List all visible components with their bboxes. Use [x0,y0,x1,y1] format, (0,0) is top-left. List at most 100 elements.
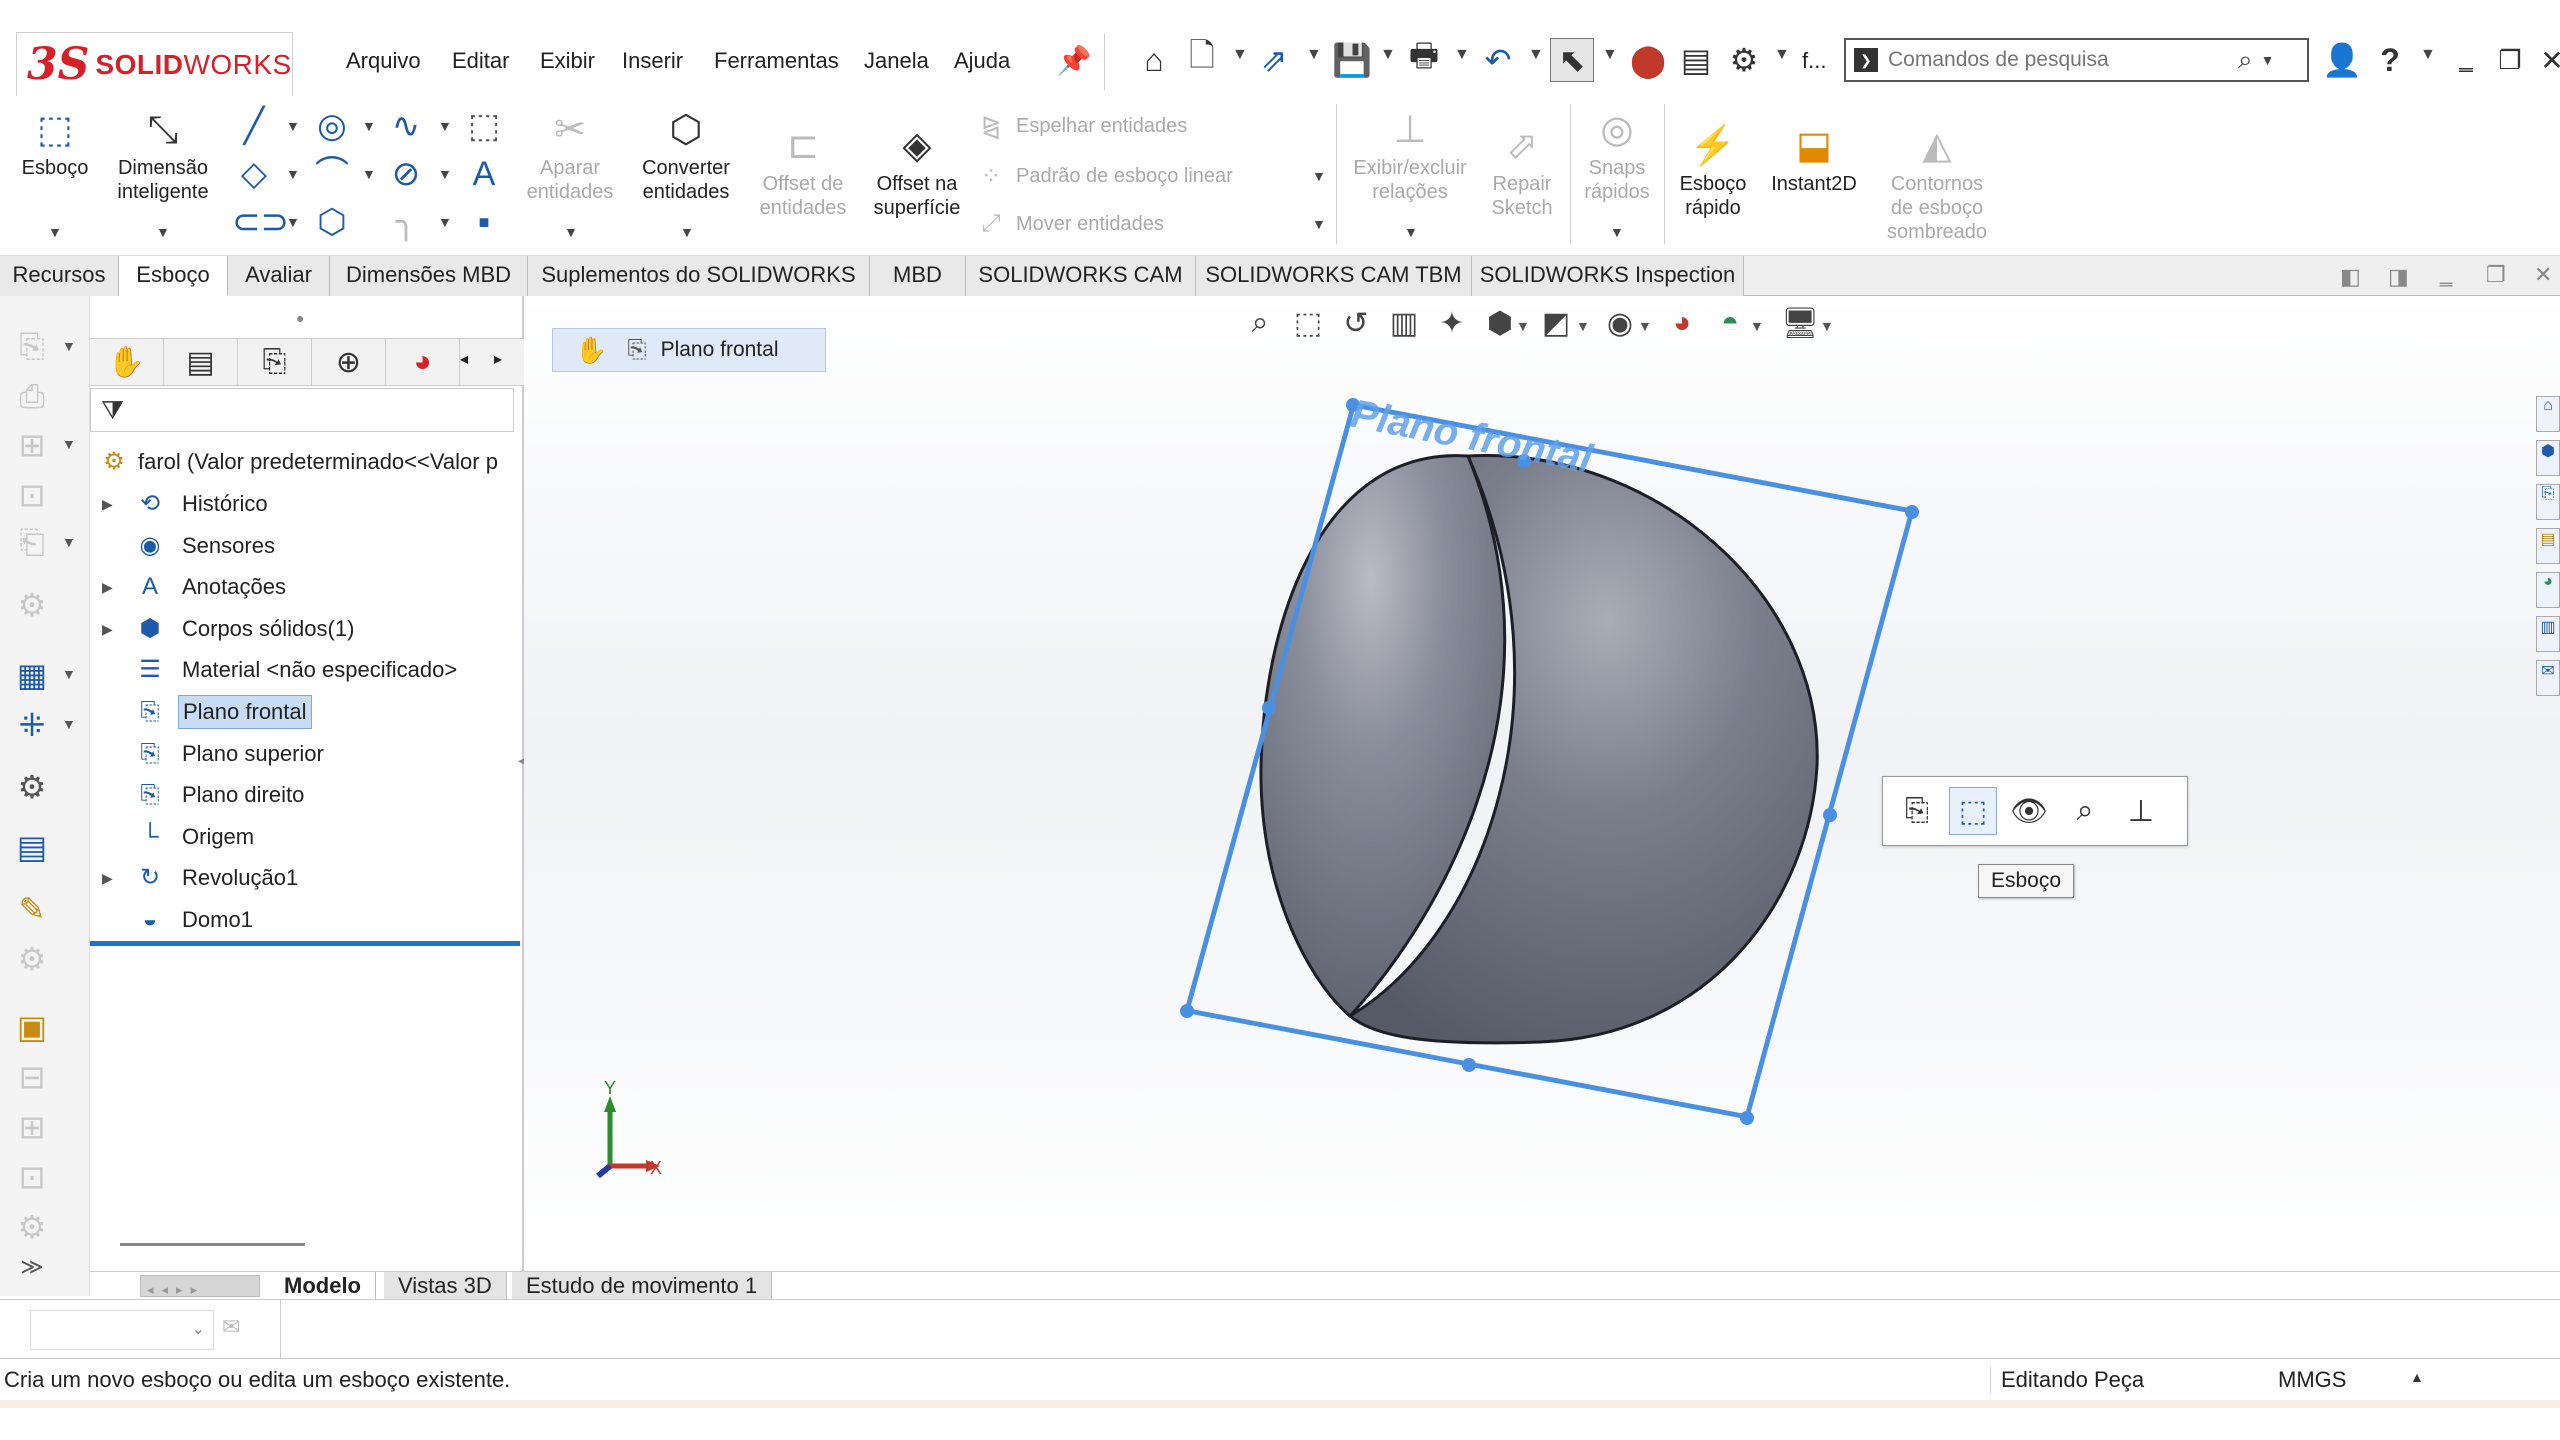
menu-janela[interactable]: Janela [864,48,929,74]
strip-tool-3-dropdown-arrow-icon[interactable]: ▼ [62,436,76,452]
strip-tool-7-dropdown-arrow-icon[interactable]: ▼ [62,666,76,682]
minimize-window-icon[interactable]: ‗ [2444,38,2488,82]
fillet-icon[interactable]: ╮ [384,202,428,242]
rapid-sketch-button[interactable]: ⚡ Esboço rápido [1668,124,1758,220]
new-document-icon[interactable]: 🗋 [1180,37,1224,82]
menu-exibir[interactable]: Exibir [540,48,595,74]
dimxpert-tab-icon[interactable]: ⊕ [312,339,386,385]
selection-tools-icon[interactable]: ⎘ [1893,787,1941,835]
tree-item[interactable]: ⎘ Plano frontal [90,694,524,730]
move-dropdown-arrow-icon[interactable]: ▼ [1312,216,1326,232]
collapse-left-panel-icon[interactable]: ◧ [2340,264,2361,290]
combo-dropdown-arrow-icon[interactable]: ⌄ [192,1319,205,1339]
restore-window-icon[interactable]: ❐ [2488,38,2532,82]
strip-tool-17-icon[interactable]: ⚙ [12,1208,52,1246]
tab-recursos[interactable]: Recursos [0,256,119,296]
tree-item[interactable]: ☰ Material <não especificado> [90,652,524,688]
undo-dropdown-arrow-icon[interactable]: ▼ [1528,46,1544,64]
strip-tool-8-dropdown-arrow-icon[interactable]: ▼ [62,716,76,732]
menu-inserir[interactable]: Inserir [622,48,683,74]
tab-avaliar[interactable]: Avaliar [228,256,330,296]
tree-item[interactable]: ▶ ↻ Revolução1 [90,860,524,896]
strip-tool-12-icon[interactable]: ⚙ [12,940,52,978]
options-gear-icon[interactable]: ⚙ [1722,38,1766,82]
esboco-dropdown-arrow-icon[interactable]: ▼ [48,224,62,240]
trim-dropdown-arrow-icon[interactable]: ▼ [564,224,578,240]
display-delete-relations-button[interactable]: ⊥ Exibir/excluir relações [1346,108,1474,204]
select-pointer-icon[interactable]: ⬉ [1550,38,1594,82]
tab-suplementos[interactable]: Suplementos do SOLIDWORKS [528,256,870,296]
snaps-dropdown-arrow-icon[interactable]: ▼ [1610,224,1624,240]
tab-nav-arrows[interactable]: ◂◂▸▸ [140,1275,260,1297]
tab-vistas-3d[interactable]: Vistas 3D [384,1272,507,1300]
doc-close-icon[interactable]: ✕ [2534,262,2552,288]
tab-modelo[interactable]: Modelo [270,1272,376,1300]
tab-mbd[interactable]: MBD [870,256,966,296]
spline-dropdown-arrow-icon[interactable]: ▼ [438,118,452,134]
task-pane-properties-icon[interactable]: ▥ [2536,616,2560,652]
quick-snaps-button[interactable]: ◎ Snaps rápidos [1574,108,1660,204]
help-icon[interactable]: ? [2368,38,2412,82]
search-magnifier-icon[interactable]: ⌕ [2238,44,2253,76]
tab-solidworks-inspection[interactable]: SOLIDWORKS Inspection [1472,256,1744,296]
convert-dropdown-arrow-icon[interactable]: ▼ [680,224,694,240]
offset-on-surface-button[interactable]: ◈ Offset na superfície [862,124,972,220]
smart-dimension-button[interactable]: ⤡ Dimensão inteligente [108,108,218,204]
search-dropdown-arrow-icon[interactable]: ▼ [2261,52,2275,68]
rebuild-traffic-light-icon[interactable]: ⬤ [1626,38,1670,82]
arc-dropdown-arrow-icon[interactable]: ▼ [362,166,376,182]
save-dropdown-arrow-icon[interactable]: ▼ [1380,46,1396,64]
task-pane-palette-icon[interactable]: ▤ [2536,528,2560,564]
line-dropdown-arrow-icon[interactable]: ▼ [286,118,300,134]
open-icon[interactable]: ⇗ [1252,38,1296,82]
pattern-dropdown-arrow-icon[interactable]: ▼ [1312,168,1326,184]
tree-item[interactable]: ⎘ Plano superior [90,736,524,772]
strip-tool-11-icon[interactable]: ✎ [12,890,52,928]
plane-handle-top-right[interactable] [1905,505,1919,519]
task-pane-explorer-icon[interactable]: ⎘ [2536,484,2560,520]
tab-esboco[interactable]: Esboço [119,256,228,296]
rollback-bar[interactable] [90,941,520,946]
tree-item[interactable]: ▶ A Anotações [90,569,524,605]
move-entities-button[interactable]: ⤢ Mover entidades [976,210,1163,238]
rectangle-icon[interactable]: ◇ [232,154,276,194]
property-manager-tab-icon[interactable]: ▤ [164,339,238,385]
instant2d-button[interactable]: ⬓ Instant2D [1762,124,1866,196]
strip-tool-8-icon[interactable]: ⁜ [12,706,52,744]
sketch-context-icon[interactable]: ⬚ [1949,787,1997,835]
point-icon[interactable]: ■ [462,202,506,242]
strip-tool-4-icon[interactable]: ⊡ [12,476,52,514]
close-window-icon[interactable]: ✕ [2530,38,2560,82]
hide-eye-icon[interactable]: 👁 [2005,787,2053,835]
strip-tool-9-icon[interactable]: ⚙ [12,768,52,806]
tree-root-part[interactable]: ⚙ farol (Valor predeterminado<<Valor p [90,444,524,480]
tab-solidworks-cam-tbm[interactable]: SOLIDWORKS CAM TBM [1196,256,1472,296]
spline-icon[interactable]: ∿ [384,106,428,146]
plane-handle-left-mid[interactable] [1262,701,1276,715]
bottom-tool-icon[interactable]: ✉ [222,1314,240,1340]
user-account-icon[interactable]: 👤 [2320,38,2364,82]
menu-ajuda[interactable]: Ajuda [954,48,1010,74]
task-pane-forum-icon[interactable]: ✉ [2536,660,2560,696]
tree-expand-arrow-icon[interactable]: ▶ [102,569,113,605]
esboco-button[interactable]: ⬚ Esboço [10,108,100,180]
tree-item[interactable]: ◉ Sensores [90,528,524,564]
search-input[interactable] [1888,48,2238,72]
tabs-scroll-right-icon[interactable]: ▸ [494,349,502,369]
model-viewport-svg[interactable]: Plano frontal Y X [524,296,2560,1271]
strip-tool-15-icon[interactable]: ⊞ [12,1108,52,1146]
tree-item[interactable]: ▶ ⟲ Histórico [90,486,524,522]
menu-editar[interactable]: Editar [452,48,509,74]
save-icon[interactable]: 💾 [1330,38,1374,82]
tree-item[interactable]: └ Origem [90,819,524,855]
toolbar-overflow-label[interactable]: f... [1802,48,1826,74]
strip-tool-10-icon[interactable]: ▤ [12,828,52,866]
strip-tool-1-icon[interactable]: ⎘ [12,328,52,366]
task-pane-library-icon[interactable]: ⬢ [2536,440,2560,476]
tree-expand-arrow-icon[interactable]: ▶ [102,486,113,522]
configuration-manager-tab-icon[interactable]: ⎘ [238,339,312,385]
rectangle-dropdown-arrow-icon[interactable]: ▼ [286,166,300,182]
strip-expand-chevron-icon[interactable]: ≫ [12,1254,52,1280]
new-dropdown-arrow-icon[interactable]: ▼ [1232,46,1248,64]
doc-minimize-icon[interactable]: ‗ [2440,262,2452,288]
